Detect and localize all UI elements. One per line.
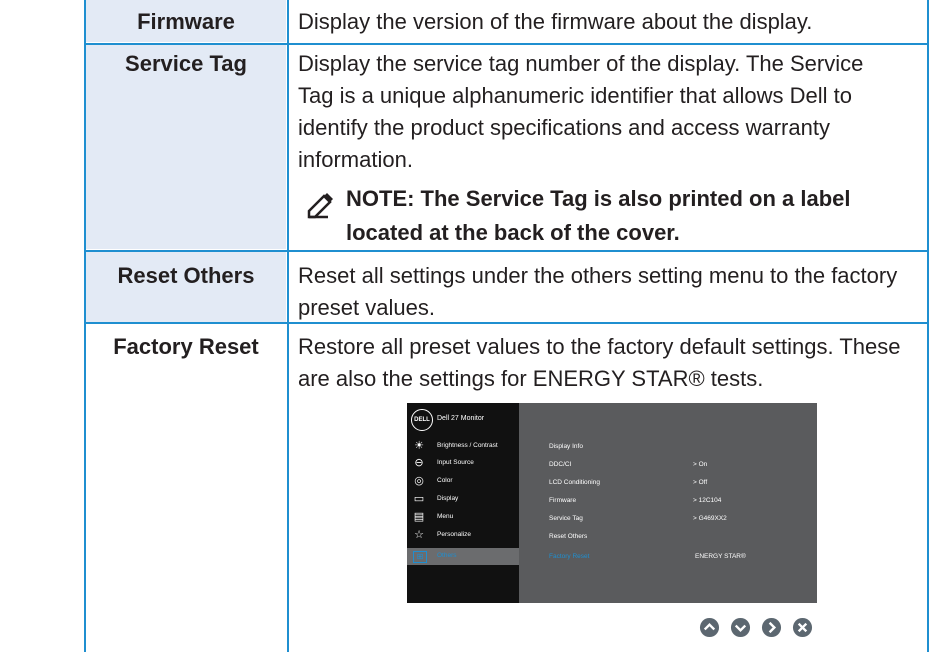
- term-reset-others: Reset Others: [117, 263, 255, 288]
- row-divider: [84, 322, 929, 324]
- color-icon: ◎: [414, 475, 424, 487]
- osd-menu-label: Brightness / Contrast: [437, 442, 498, 449]
- osd-setting-key: LCD Conditioning: [549, 479, 600, 486]
- osd-setting-value: ENERGY STAR®: [695, 553, 746, 560]
- osd-menu-item: ⊖ Input Source: [407, 455, 519, 472]
- term-service-tag: Service Tag: [125, 51, 247, 76]
- osd-menu-label: Color: [437, 477, 453, 484]
- row-divider: [84, 250, 929, 252]
- osd-setting-key: Display Info: [549, 443, 583, 450]
- menu-icon: ▤: [413, 511, 425, 523]
- osd-menu-item: ◎ Color: [407, 473, 519, 490]
- osd-setting-value: > 12C104: [693, 497, 722, 504]
- osd-menu-item-active: ⊞ Others: [407, 548, 519, 565]
- osd-menu-label: Personalize: [437, 531, 471, 538]
- osd-menu-image: DELL Dell 27 Monitor ☀ Brightness / Cont…: [407, 403, 817, 603]
- table-border-middle: [287, 0, 289, 652]
- page: Firmware Display the version of the firm…: [0, 0, 930, 652]
- row-divider: [84, 43, 929, 45]
- brightness-icon: ☀: [414, 440, 424, 452]
- osd-setting-key: Firmware: [549, 497, 577, 504]
- display-icon: ▭: [413, 493, 425, 505]
- osd-menu-label: Others: [437, 552, 457, 559]
- term-firmware: Firmware: [137, 9, 235, 34]
- desc-firmware: Display the version of the firmware abou…: [298, 9, 813, 34]
- others-icon: ⊞: [413, 551, 427, 563]
- osd-setting-key: DDC/CI: [549, 461, 572, 468]
- up-arrow-icon: [699, 617, 720, 638]
- osd-setting-row: LCD Conditioning > Off: [519, 475, 817, 492]
- note-pencil-icon: [307, 193, 333, 219]
- osd-menu-item: ▭ Display: [407, 491, 519, 508]
- right-arrow-icon: [761, 617, 782, 638]
- left-margin-strip: [0, 0, 84, 652]
- osd-menu-label: Display: [437, 495, 459, 502]
- osd-menu-label: Menu: [437, 513, 454, 520]
- osd-setting-row: Display Info: [519, 439, 817, 456]
- input-source-icon: ⊖: [414, 457, 424, 469]
- star-icon: ☆: [414, 529, 424, 541]
- osd-setting-value: > Off: [693, 479, 708, 486]
- osd-setting-row: Service Tag > G469XX2: [519, 511, 817, 528]
- osd-menu-item: ☀ Brightness / Contrast: [407, 438, 519, 455]
- close-icon: [792, 617, 813, 638]
- osd-setting-row: DDC/CI > On: [519, 457, 817, 474]
- osd-setting-value: > G469XX2: [693, 515, 727, 522]
- osd-setting-key: Factory Reset: [549, 553, 590, 560]
- down-arrow-icon: [730, 617, 751, 638]
- term-factory-reset: Factory Reset: [113, 334, 259, 359]
- osd-menu-item: ▤ Menu: [407, 509, 519, 526]
- dell-logo: DELL: [411, 409, 433, 431]
- osd-setting-row: Firmware > 12C104: [519, 493, 817, 510]
- osd-setting-row: Reset Others: [519, 529, 817, 546]
- osd-setting-key: Reset Others: [549, 533, 588, 540]
- osd-nav-buttons: [699, 617, 819, 639]
- desc-reset-others: Reset all settings under the others sett…: [298, 263, 898, 320]
- osd-menu-item: ☆ Personalize: [407, 527, 519, 544]
- osd-setting-row-active: Factory Reset ENERGY STAR®: [519, 549, 817, 566]
- desc-factory-reset: Restore all preset values to the factory…: [298, 334, 901, 391]
- note-text: NOTE: The Service Tag is also printed on…: [346, 186, 851, 245]
- osd-title: Dell 27 Monitor: [437, 415, 485, 422]
- osd-menu-label: Input Source: [437, 459, 474, 466]
- table-border-left: [84, 0, 86, 652]
- table-border-right: [927, 0, 929, 652]
- desc-service-tag: Display the service tag number of the di…: [298, 51, 864, 172]
- osd-setting-value: > On: [693, 461, 708, 468]
- osd-setting-key: Service Tag: [549, 515, 583, 522]
